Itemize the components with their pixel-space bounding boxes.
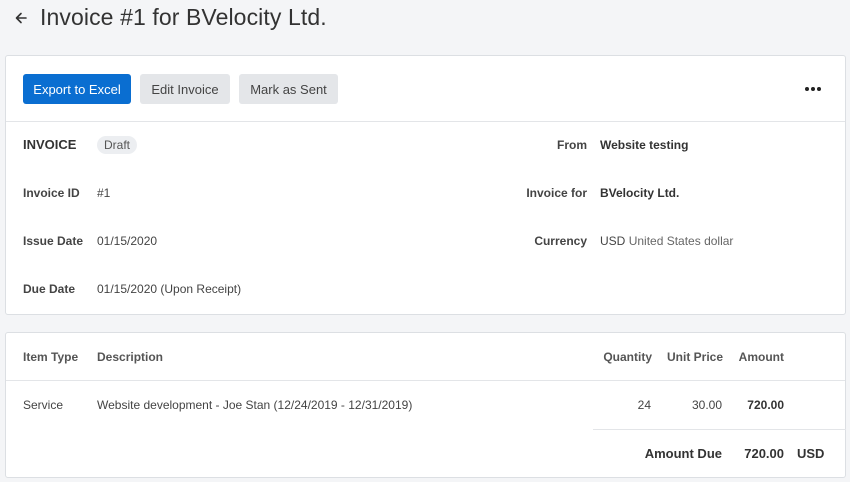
more-options-button[interactable] bbox=[801, 81, 825, 97]
due-date-value: 01/15/2020 (Upon Receipt) bbox=[97, 282, 242, 296]
currency-label: Currency bbox=[534, 234, 587, 248]
invoice-id-value: #1 bbox=[97, 186, 111, 200]
arrow-left-icon bbox=[15, 12, 27, 24]
back-button[interactable] bbox=[12, 8, 30, 28]
column-header-description: Description bbox=[97, 350, 164, 364]
invoice-toolbar: Export to Excel Edit Invoice Mark as Sen… bbox=[6, 56, 845, 122]
invoice-id-label: Invoice ID bbox=[23, 186, 80, 200]
column-header-quantity: Quantity bbox=[603, 350, 652, 364]
more-horizontal-icon bbox=[805, 87, 821, 91]
column-header-item-type: Item Type bbox=[23, 350, 79, 364]
from-label: From bbox=[557, 138, 587, 152]
issue-date-label: Issue Date bbox=[23, 234, 84, 248]
invoice-heading: INVOICE bbox=[23, 137, 77, 152]
row-item-type: Service bbox=[23, 398, 64, 412]
page-header: Invoice #1 for BVelocity Ltd. bbox=[0, 0, 850, 40]
page-title: Invoice #1 for BVelocity Ltd. bbox=[40, 4, 327, 30]
invoice-for-value: BVelocity Ltd. bbox=[600, 186, 680, 200]
invoice-for-label: Invoice for bbox=[526, 186, 587, 200]
amount-due-value: 720.00 bbox=[744, 446, 784, 461]
currency-code: USD bbox=[600, 234, 626, 248]
total-divider bbox=[593, 429, 846, 430]
line-items-card: Item Type Description Quantity Unit Pric… bbox=[5, 332, 846, 478]
issue-date-value: 01/15/2020 bbox=[97, 234, 158, 248]
row-unit-price: 30.00 bbox=[691, 398, 722, 412]
due-date-label: Due Date bbox=[23, 282, 76, 296]
column-header-unit-price: Unit Price bbox=[666, 350, 723, 364]
column-header-amount: Amount bbox=[738, 350, 784, 364]
row-quantity: 24 bbox=[637, 398, 651, 412]
amount-due-label: Amount Due bbox=[644, 446, 722, 461]
edit-invoice-button[interactable]: Edit Invoice bbox=[140, 74, 230, 104]
amount-due-currency: USD bbox=[797, 446, 825, 461]
currency-value: USD United States dollar bbox=[600, 234, 733, 248]
invoice-details-card: Export to Excel Edit Invoice Mark as Sen… bbox=[5, 55, 846, 315]
currency-name: United States dollar bbox=[628, 234, 734, 248]
row-description: Website development - Joe Stan (12/24/20… bbox=[97, 398, 413, 412]
export-to-excel-button[interactable]: Export to Excel bbox=[23, 74, 131, 104]
status-badge: Draft bbox=[97, 136, 138, 154]
mark-as-sent-button[interactable]: Mark as Sent bbox=[239, 74, 338, 104]
from-value: Website testing bbox=[600, 138, 689, 152]
table-header-divider bbox=[6, 380, 845, 381]
row-amount: 720.00 bbox=[747, 398, 784, 412]
